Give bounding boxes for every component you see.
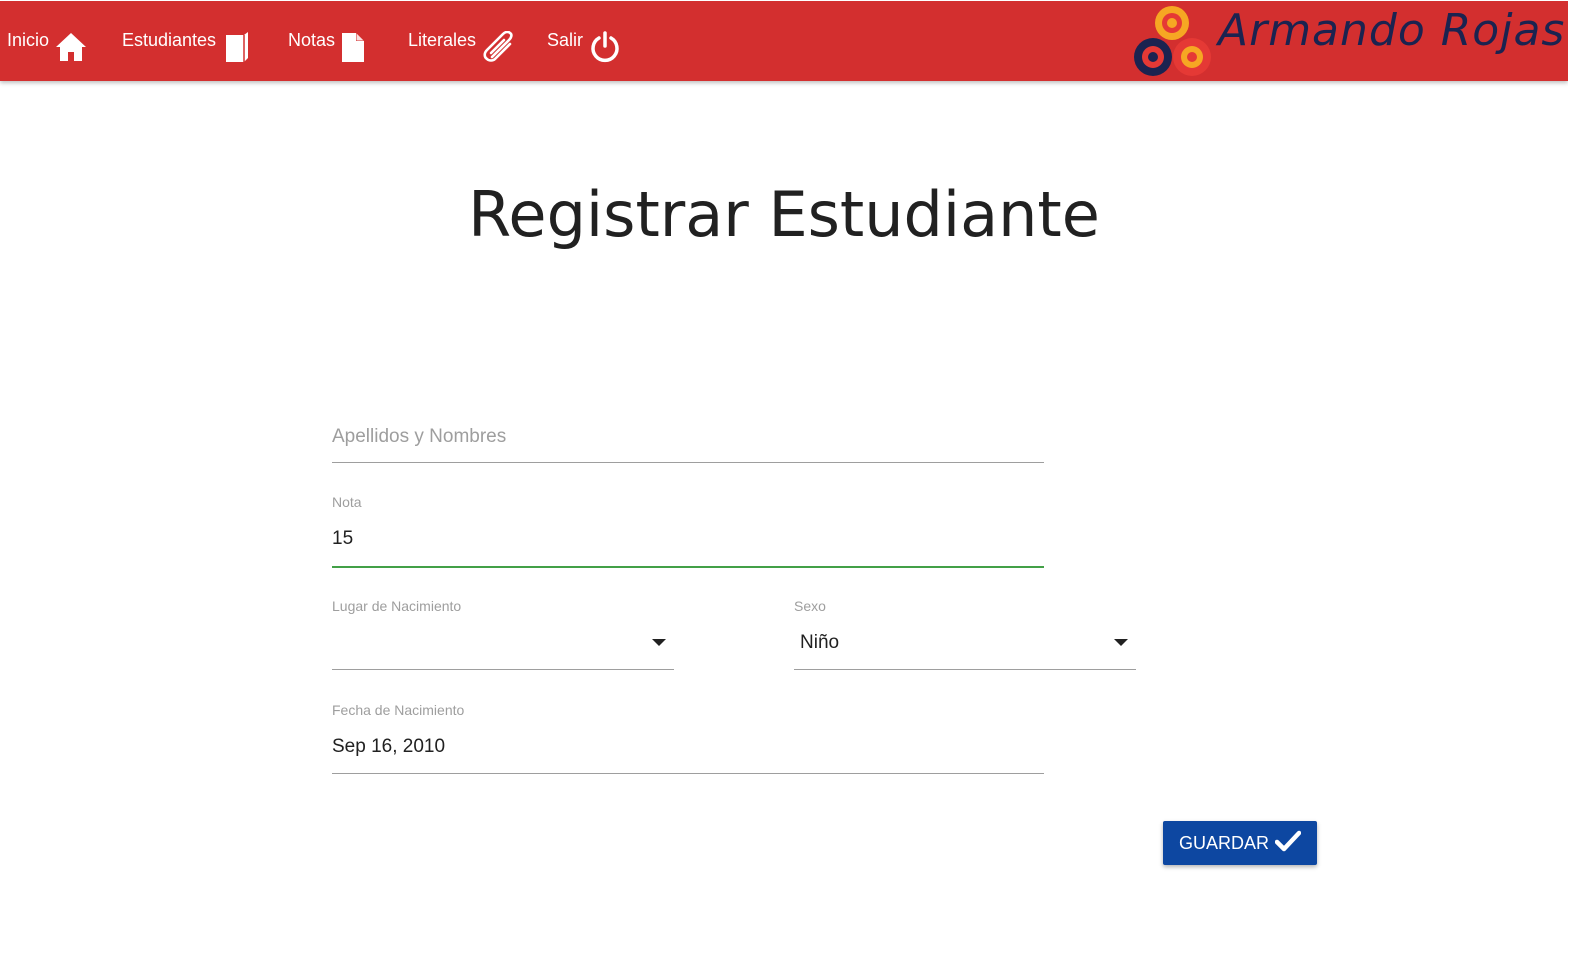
file-icon: [341, 31, 365, 63]
home-icon: [55, 31, 87, 63]
sexo-label: Sexo: [794, 598, 826, 614]
nota-underline-active: [332, 566, 1044, 568]
sexo-select[interactable]: Sexo Niño: [794, 598, 1136, 670]
book-icon: [222, 31, 250, 63]
nav-item-label: Literales: [408, 30, 477, 50]
nav-item-label: Estudiantes: [122, 30, 217, 50]
fecha-nacimiento-field[interactable]: Fecha de Nacimiento Sep 16, 2010: [332, 702, 1044, 774]
nota-label: Nota: [332, 494, 362, 510]
power-icon: [589, 31, 621, 63]
nota-field[interactable]: Nota 15: [332, 494, 1044, 568]
fecha-nacimiento-label: Fecha de Nacimiento: [332, 702, 465, 718]
brand-emblem-icon: [1134, 6, 1211, 76]
nav-item-notas[interactable]: Notas: [288, 23, 365, 63]
brand-logo[interactable]: Armando Rojas: [1132, 3, 1564, 79]
sexo-value: Niño: [800, 632, 840, 653]
nombre-underline: [332, 462, 1044, 463]
guardar-button-label: GUARDAR: [1178, 832, 1269, 853]
nav-item-label: Salir: [547, 30, 584, 50]
nombre-input[interactable]: [332, 424, 1044, 450]
nav-item-estudiantes[interactable]: Estudiantes: [122, 23, 250, 63]
top-navbar: Inicio Estudiantes Notas Literales Salir…: [0, 0, 1568, 81]
nav-item-inicio[interactable]: Inicio: [7, 23, 87, 63]
brand-name: Armando Rojas: [1218, 5, 1566, 56]
sexo-underline: [794, 669, 1136, 670]
guardar-button[interactable]: GUARDAR: [1163, 821, 1317, 865]
scrollbar-gutter: [1568, 0, 1584, 964]
paperclip-icon: [482, 31, 516, 63]
fecha-nacimiento-input[interactable]: Sep 16, 2010: [332, 736, 445, 758]
lugar-nacimiento-underline: [332, 669, 674, 670]
page-title: Registrar Estudiante: [468, 178, 1100, 251]
nav-item-label: Notas: [288, 30, 336, 50]
chevron-down-icon[interactable]: [1114, 639, 1128, 646]
lugar-nacimiento-label: Lugar de Nacimiento: [332, 598, 462, 614]
lugar-nacimiento-select[interactable]: Lugar de Nacimiento: [332, 598, 674, 670]
nota-input[interactable]: 15: [332, 528, 353, 550]
fecha-nacimiento-underline: [332, 773, 1044, 774]
nombre-field[interactable]: [332, 418, 1044, 463]
nav-item-label: Inicio: [7, 30, 50, 50]
chevron-down-icon[interactable]: [652, 639, 666, 646]
nav-item-salir[interactable]: Salir: [547, 23, 621, 63]
check-icon: [1274, 830, 1302, 857]
nav-item-literales[interactable]: Literales: [408, 23, 516, 63]
